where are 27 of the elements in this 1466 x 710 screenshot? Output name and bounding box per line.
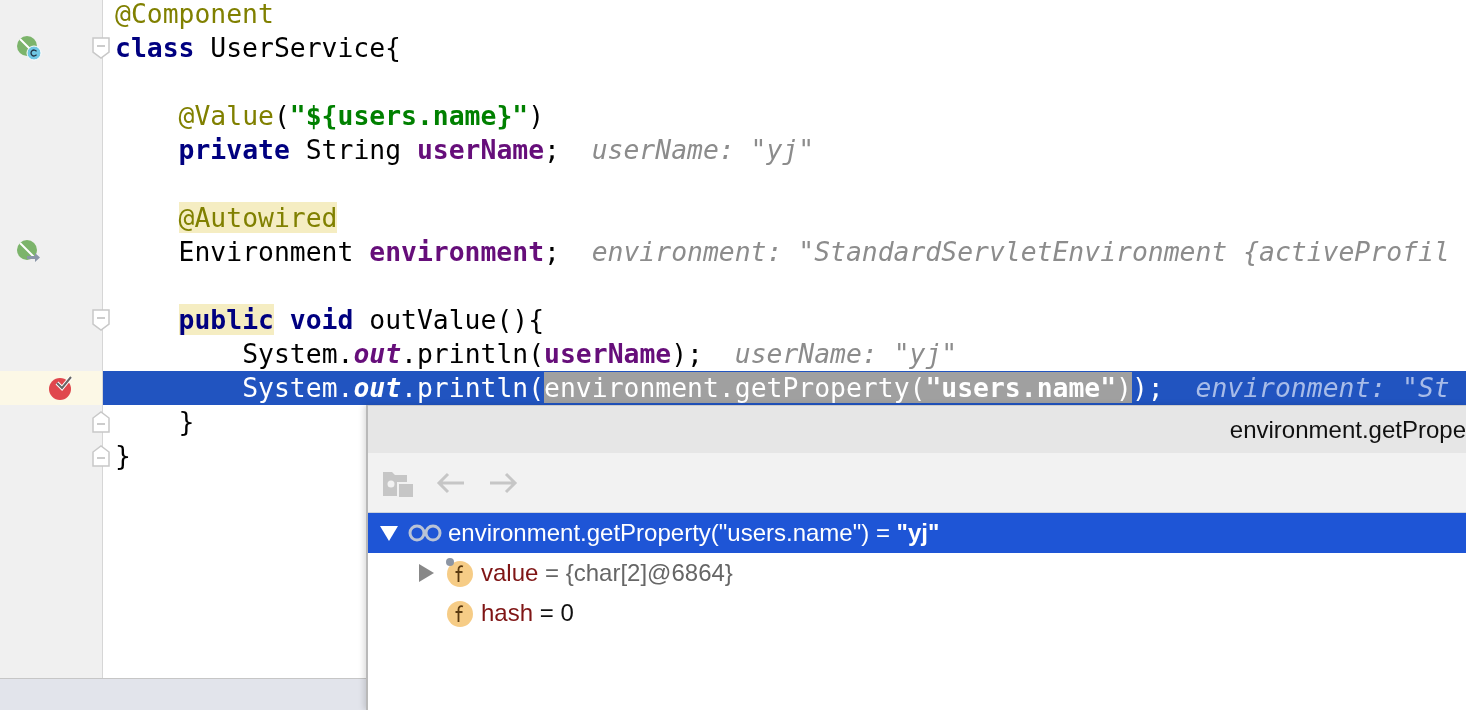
code-line: } — [115, 440, 131, 471]
code-line: @Component — [115, 0, 274, 29]
code-line: class UserService{ — [115, 32, 401, 63]
fold-marker-icon[interactable] — [92, 411, 110, 433]
inline-value-hint: userName: "yj" — [591, 134, 815, 165]
glasses-icon — [408, 523, 442, 543]
selected-tree-row[interactable]: environment.getProperty("users.name") = "yj" — [368, 513, 1466, 553]
code-line: } — [178, 406, 195, 437]
fold-marker-icon[interactable] — [92, 309, 110, 331]
code-line: System.out.println(userName); — [242, 338, 703, 369]
inline-value-hint: environment: "StandardServletEnvironment {activeProfil — [591, 236, 1450, 267]
field-value: hash = 0 — [481, 599, 574, 627]
inline-value-hint: environment: "St — [1195, 372, 1450, 403]
breakpoint-icon[interactable] — [49, 375, 75, 401]
code-line: @Value("${users.name}") — [178, 100, 545, 131]
injection-point-icon[interactable] — [16, 239, 42, 263]
fold-marker-icon[interactable] — [92, 445, 110, 467]
field-value: value = {char[2]@6864} — [481, 559, 733, 587]
popup-title: environment.getPrope — [1229, 415, 1466, 444]
code-line: public void outValue(){ — [178, 304, 545, 335]
fold-marker-icon[interactable] — [92, 37, 110, 59]
watch-expression: environment.getProperty("users.name") = "yj" — [448, 519, 940, 547]
code-line: Environment environment; — [178, 236, 560, 267]
code-line: private String userName; — [178, 134, 560, 165]
bean-class-icon[interactable] — [16, 35, 42, 61]
code-line: System.out.println(environment.getProperty("users.name")); — [242, 372, 1164, 403]
inline-value-hint: userName: "yj" — [734, 338, 958, 369]
